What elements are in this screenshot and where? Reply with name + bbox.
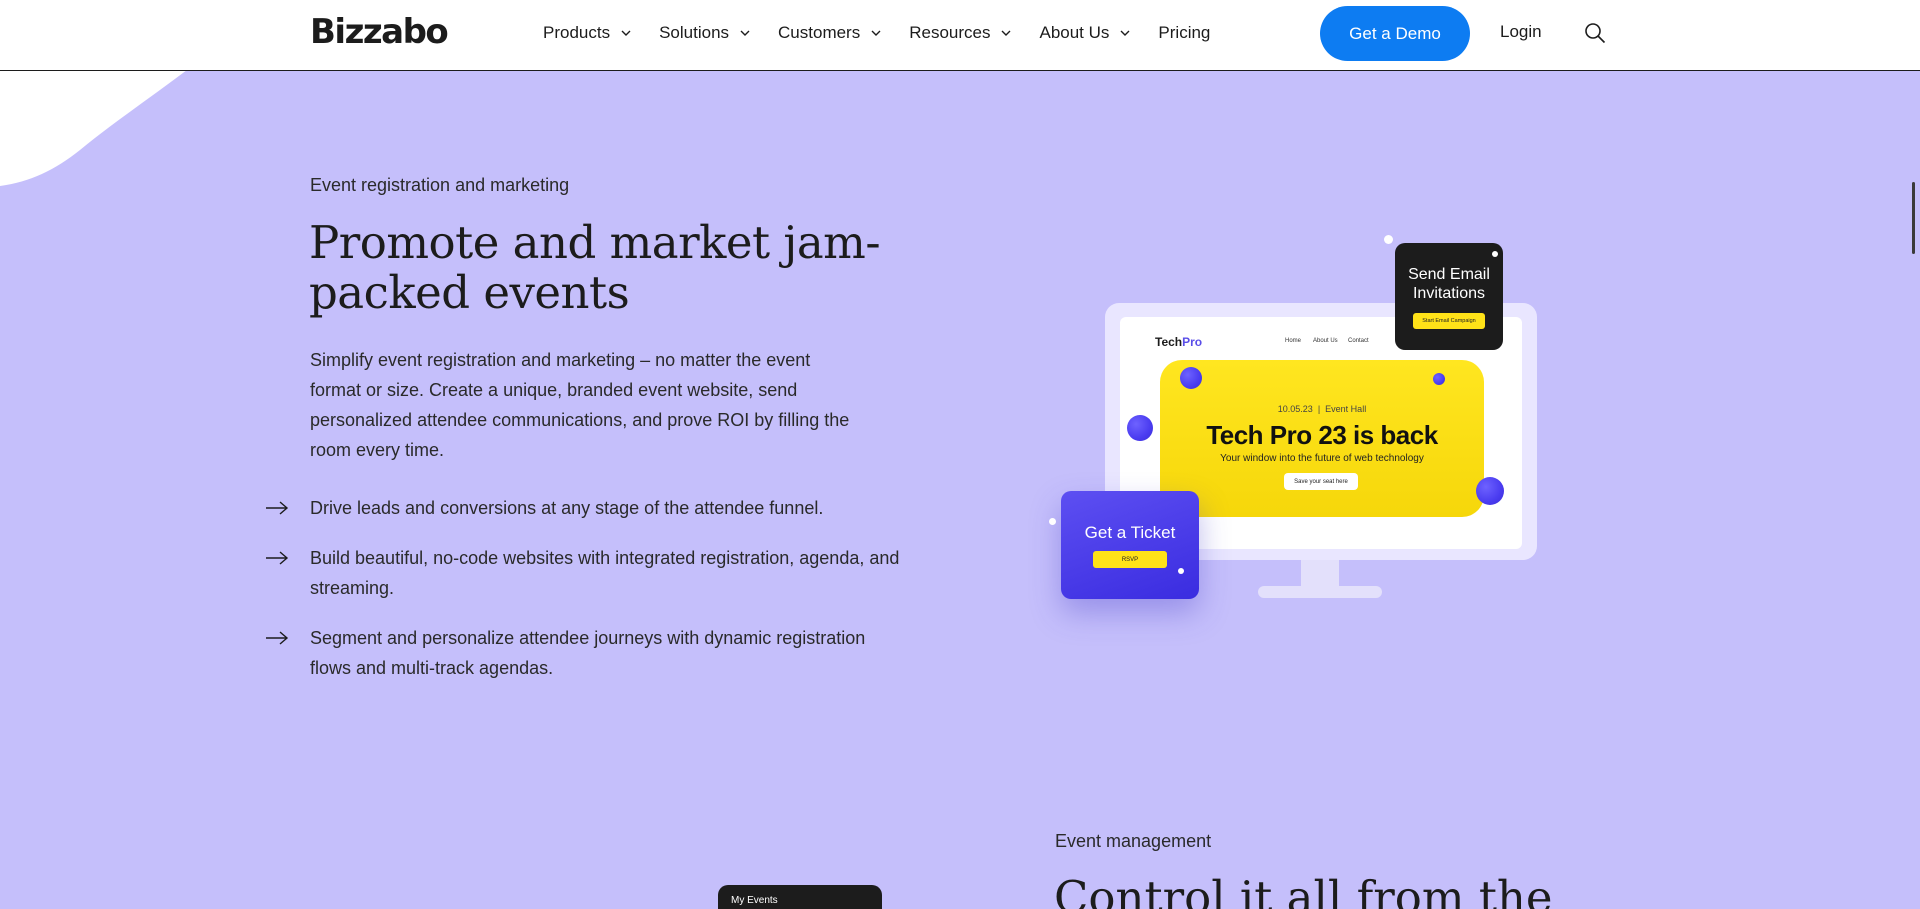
arrow-right-icon [265,543,310,573]
nav-item-customers[interactable]: Customers [778,21,882,45]
chevron-down-icon [1119,27,1131,39]
monitor-stand [1301,560,1339,588]
event-title: Tech Pro 23 is back [1206,420,1438,450]
mini-nav-about: About Us [1313,338,1338,344]
decorative-dot [1384,235,1393,244]
section-headline: Promote and market jam-packed events [309,216,881,319]
email-campaign-button: Start Email Campaign [1413,313,1485,329]
decorative-ball [1127,415,1153,441]
my-events-card: My Events [718,885,882,909]
nav-item-products[interactable]: Products [543,21,632,45]
nav-label[interactable]: About Us [1039,23,1109,43]
ticket-card-title: Get a Ticket [1084,523,1176,542]
decorative-dot [1049,518,1056,525]
mini-nav-contact: Contact [1348,338,1369,344]
list-item-text: Drive leads and conversions at any stage… [310,498,824,518]
site-header: Bizzabo Products Solutions Customers Res… [0,0,1920,71]
send-email-card: Send Email Invitations Start Email Campa… [1395,243,1503,350]
chevron-down-icon [739,27,751,39]
nav-item-about-us[interactable]: About Us [1039,21,1131,45]
scrollbar-thumb[interactable] [1912,182,1915,254]
nav-label[interactable]: Products [543,23,610,43]
list-item: Drive leads and conversions at any stage… [265,493,905,523]
list-item: Build beautiful, no-code websites with i… [265,543,905,603]
event-meta: 10.05.23 | Event Hall [1277,404,1367,414]
email-card-title: Send Email Invitations [1408,266,1490,302]
list-item: Segment and personalize attendee journey… [265,623,905,683]
feature-list: Drive leads and conversions at any stage… [265,493,905,703]
decorative-ball [1476,477,1504,505]
main-nav: Products Solutions Customers Resources A… [543,21,1237,45]
nav-item-solutions[interactable]: Solutions [659,21,751,45]
save-seat-button: Save your seat here [1284,473,1358,490]
monitor-base [1258,586,1382,598]
bizzabo-logo[interactable]: Bizzabo [310,12,449,52]
list-item-text: Segment and personalize attendee journey… [310,628,866,678]
event-subtitle: Your window into the future of web techn… [1220,453,1424,464]
search-icon[interactable] [1584,22,1606,44]
nav-item-resources[interactable]: Resources [909,21,1012,45]
section-headline-control: Control it all from the [1054,871,1553,909]
nav-label[interactable]: Customers [778,23,860,43]
nav-label[interactable]: Pricing [1158,23,1210,43]
mini-nav-home: Home [1285,338,1302,344]
section-eyebrow-event-management: Event management [1055,831,1212,851]
get-a-demo-button[interactable]: Get a Demo [1320,6,1470,61]
section-eyebrow: Event registration and marketing [310,175,570,195]
list-item-text: Build beautiful, no-code websites with i… [310,548,900,598]
logo-text[interactable]: Bizzabo [310,12,449,52]
techpro-logo: TechPro [1155,335,1203,349]
section-description: Simplify event registration and marketin… [310,350,850,460]
arrow-right-icon [265,493,310,523]
arrow-right-icon [265,623,310,653]
decorative-dot [1492,251,1498,257]
nav-label[interactable]: Resources [909,23,990,43]
rsvp-button: RSVP [1093,551,1167,568]
login-link[interactable]: Login [1500,22,1542,42]
nav-item-pricing[interactable]: Pricing [1158,21,1210,45]
decorative-dot [1178,568,1184,574]
chevron-down-icon [1000,27,1012,39]
chevron-down-icon [620,27,632,39]
decorative-ball [1433,373,1445,385]
my-events-label: My Events [731,895,778,906]
decorative-curve [0,70,187,186]
chevron-down-icon [870,27,882,39]
decorative-ball [1180,367,1202,389]
nav-label[interactable]: Solutions [659,23,729,43]
ticket-card: Get a Ticket RSVP [1061,491,1199,599]
